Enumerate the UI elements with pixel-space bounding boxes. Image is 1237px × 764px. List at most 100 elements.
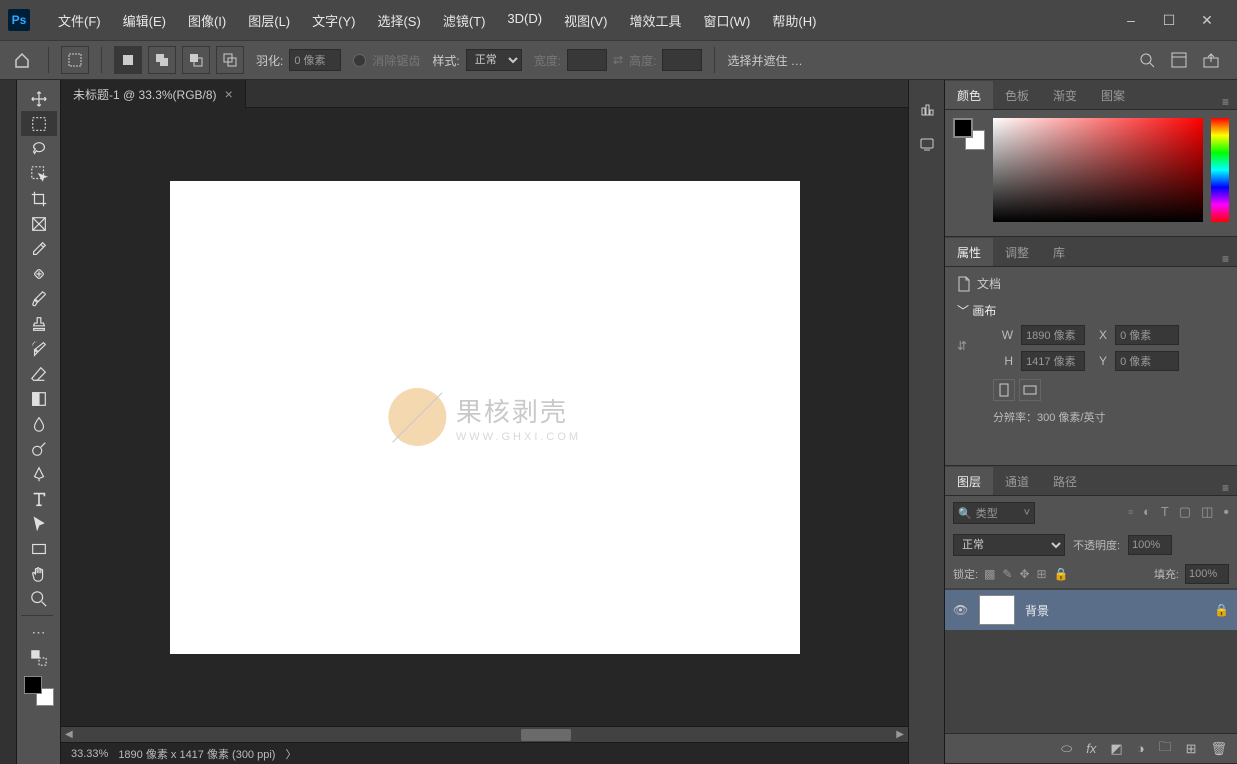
properties-panel-menu-icon[interactable]: ≡	[1214, 252, 1237, 266]
tab-channels[interactable]: 通道	[993, 467, 1041, 495]
canvas-x-input[interactable]	[1115, 325, 1179, 345]
menu-view[interactable]: 视图(V)	[554, 7, 617, 34]
select-and-mask-button[interactable]: 选择并遮住 …	[727, 52, 802, 69]
group-icon[interactable]: 🗀	[1159, 738, 1172, 760]
lock-brush-icon[interactable]: ✎	[1002, 567, 1012, 581]
horizontal-scrollbar[interactable]: ◀ ▶	[61, 726, 908, 742]
tab-color[interactable]: 颜色	[945, 81, 993, 109]
collapsed-panel-2[interactable]	[915, 132, 939, 156]
filter-adjust-icon[interactable]: ◐	[1143, 504, 1151, 522]
swap-icon[interactable]: ⇄	[613, 53, 623, 67]
tool-lasso[interactable]	[21, 136, 57, 161]
collapsed-panel-1[interactable]	[915, 98, 939, 122]
lock-artboard-icon[interactable]: ⊞	[1037, 567, 1047, 581]
delete-layer-icon[interactable]: 🗑	[1210, 741, 1227, 757]
menu-layer[interactable]: 图层(L)	[238, 7, 300, 34]
workspace-icon[interactable]	[1171, 52, 1187, 68]
layer-mask-icon[interactable]: ◩	[1110, 741, 1122, 757]
tab-libraries[interactable]: 库	[1041, 238, 1077, 266]
tool-pen[interactable]	[21, 461, 57, 486]
color-swatches[interactable]	[24, 676, 54, 706]
menu-help[interactable]: 帮助(H)	[762, 7, 826, 34]
adjustment-layer-icon[interactable]: ◑	[1137, 741, 1145, 756]
canvas-height-input[interactable]	[1021, 351, 1085, 371]
menu-filter[interactable]: 滤镜(T)	[433, 7, 496, 34]
search-icon[interactable]	[1139, 52, 1155, 68]
menu-select[interactable]: 选择(S)	[367, 7, 430, 34]
menu-file[interactable]: 文件(F)	[48, 7, 111, 34]
tab-swatches[interactable]: 色板	[993, 81, 1041, 109]
scrollbar-thumb[interactable]	[521, 729, 571, 741]
close-button[interactable]: ✕	[1199, 12, 1215, 28]
menu-edit[interactable]: 编辑(E)	[113, 7, 176, 34]
document-tab[interactable]: 未标题-1 @ 33.3%(RGB/8) ×	[61, 80, 246, 108]
layer-name[interactable]: 背景	[1025, 602, 1204, 619]
filter-type-icon[interactable]: T	[1161, 504, 1169, 522]
tool-crop[interactable]	[21, 186, 57, 211]
tool-move[interactable]	[21, 86, 57, 111]
hue-slider[interactable]	[1211, 118, 1229, 222]
tab-adjustments[interactable]: 调整	[993, 238, 1041, 266]
link-dimensions-icon[interactable]: ⇵	[957, 339, 967, 353]
menu-image[interactable]: 图像(I)	[178, 7, 236, 34]
tool-frame[interactable]	[21, 211, 57, 236]
tool-quick-mask-extra[interactable]	[21, 645, 57, 670]
layer-filter-select[interactable]: 🔍 类型 ˅	[953, 502, 1035, 524]
tab-properties[interactable]: 属性	[945, 238, 993, 266]
lock-pixels-icon[interactable]: ▩	[984, 567, 995, 581]
zoom-level[interactable]: 33.33%	[71, 748, 108, 760]
menu-window[interactable]: 窗口(W)	[693, 7, 760, 34]
tool-eyedropper[interactable]	[21, 236, 57, 261]
selection-intersect[interactable]	[216, 46, 244, 74]
tab-layers[interactable]: 图层	[945, 467, 993, 495]
color-panel-menu-icon[interactable]: ≡	[1214, 95, 1237, 109]
filter-smart-icon[interactable]: ◫	[1201, 504, 1213, 522]
layer-lock-icon[interactable]: 🔒	[1214, 603, 1229, 617]
canvas[interactable]: 果核剥壳 WWW.GHXI.COM	[170, 181, 800, 654]
home-button[interactable]	[8, 46, 36, 74]
orientation-portrait[interactable]	[993, 379, 1015, 401]
visibility-icon[interactable]: 👁	[953, 603, 969, 617]
link-layers-icon[interactable]: ⬭	[1061, 741, 1072, 757]
panel-color-swatches[interactable]	[953, 118, 985, 150]
lock-all-icon[interactable]: 🔒	[1054, 567, 1069, 581]
foreground-color[interactable]	[24, 676, 42, 694]
tool-type[interactable]	[21, 486, 57, 511]
color-field[interactable]	[993, 118, 1203, 222]
opacity-input[interactable]	[1128, 535, 1172, 555]
canvas-y-input[interactable]	[1115, 351, 1179, 371]
layers-panel-menu-icon[interactable]: ≡	[1214, 481, 1237, 495]
active-tool-thumbnail[interactable]	[61, 46, 89, 74]
fill-input[interactable]	[1185, 564, 1229, 584]
selection-add[interactable]	[148, 46, 176, 74]
selection-subtract[interactable]	[182, 46, 210, 74]
tool-object-select[interactable]	[21, 161, 57, 186]
tool-history-brush[interactable]	[21, 336, 57, 361]
tab-gradients[interactable]: 渐变	[1041, 81, 1089, 109]
tool-path-select[interactable]	[21, 511, 57, 536]
blend-mode-select[interactable]: 正常	[953, 534, 1065, 556]
tool-rectangle[interactable]	[21, 536, 57, 561]
canvas-width-input[interactable]	[1021, 325, 1085, 345]
minimize-button[interactable]: –	[1123, 12, 1139, 28]
tab-paths[interactable]: 路径	[1041, 467, 1089, 495]
tool-brush[interactable]	[21, 286, 57, 311]
share-icon[interactable]	[1203, 52, 1219, 68]
tab-close-icon[interactable]: ×	[225, 86, 233, 102]
status-chevron-icon[interactable]: 〉	[285, 746, 296, 762]
menu-3d[interactable]: 3D(D)	[497, 7, 552, 34]
filter-pixel-icon[interactable]: ▫	[1128, 504, 1133, 522]
layer-thumbnail[interactable]	[979, 595, 1015, 625]
new-layer-icon[interactable]: ⊞	[1186, 741, 1197, 757]
filter-toggle-icon[interactable]: •	[1223, 504, 1229, 522]
layer-style-icon[interactable]: fx	[1086, 741, 1096, 756]
menu-type[interactable]: 文字(Y)	[302, 7, 365, 34]
tool-eraser[interactable]	[21, 361, 57, 386]
style-select[interactable]: 正常	[466, 49, 522, 71]
document-dimensions[interactable]: 1890 像素 x 1417 像素 (300 ppi)	[118, 746, 275, 762]
tool-zoom[interactable]	[21, 586, 57, 611]
tool-heal[interactable]	[21, 261, 57, 286]
scroll-left-icon[interactable]: ◀	[65, 729, 73, 740]
maximize-button[interactable]: ☐	[1161, 12, 1177, 28]
layer-item[interactable]: 👁 背景 🔒	[945, 590, 1237, 630]
